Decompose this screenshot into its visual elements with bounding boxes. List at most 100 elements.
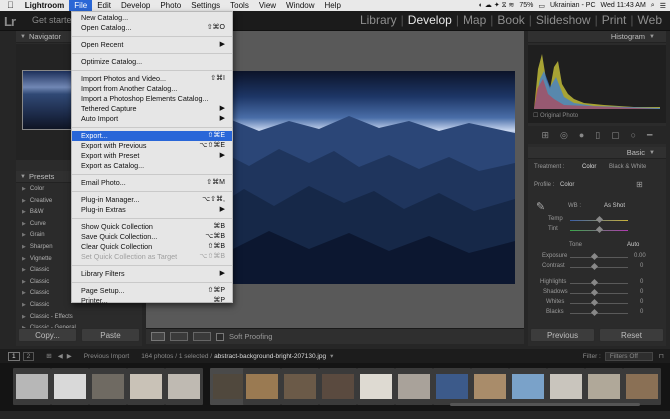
wb-select[interactable]: As Shot [604,203,625,209]
window-1-button[interactable]: 1 [8,351,20,361]
whites-value[interactable]: 0 [640,299,643,305]
file-menu-item[interactable]: Import Photos and Video... ⇧⌘I [72,74,232,84]
source-label[interactable]: Previous Import [84,353,130,360]
module-slideshow[interactable]: Slideshow [532,13,595,27]
file-menu-item[interactable]: Page Setup... ⇧⌘P [72,286,232,296]
get-started-label[interactable]: Get starte [32,15,72,25]
filmstrip-thumbnail[interactable] [319,368,357,405]
file-menu-item[interactable]: Clear Quick Collection ⇧⌘B [72,242,232,252]
profile-browser-icon[interactable]: ⊞ [636,180,643,189]
filmstrip-thumbnail[interactable] [165,368,203,405]
file-menu-item[interactable]: Export as Catalog... [72,161,232,171]
spot-removal-icon[interactable]: ● [579,130,584,140]
soft-proofing-checkbox[interactable] [216,332,224,341]
file-menu-item[interactable]: Email Photo... ⇧⌘M [72,178,232,188]
filmstrip-thumbnail[interactable] [585,368,623,405]
file-menu-item[interactable]: Plug-in Extras ▶ [72,205,232,215]
file-menu-item[interactable]: Export with Previous ⌥⇧⌘E [72,141,232,151]
selected-filename[interactable]: abstract-background-bright-207130.jpg [214,353,326,360]
file-menu-item[interactable]: Open Catalog... ⇧⌘O [72,23,232,33]
back-arrow-icon[interactable]: ◀ [58,352,63,360]
input-language[interactable]: Ukrainian - PC [550,2,596,9]
filmstrip-thumbnail[interactable] [547,368,585,405]
histogram-header[interactable]: Histogram ▼ [528,31,666,43]
profile-select[interactable]: Color [560,182,574,188]
filmstrip-thumbnail[interactable] [357,368,395,405]
filmstrip-thumbnail[interactable] [395,368,433,405]
file-menu-item[interactable]: Import a Photoshop Elements Catalog... [72,94,232,104]
filter-select[interactable]: Filters Off [604,351,653,361]
blacks-value[interactable]: 0 [640,309,643,315]
file-menu-item[interactable]: Printer... ⌘P [72,296,232,306]
file-menu-item[interactable]: Optimize Catalog... [72,57,232,67]
control-center-icon[interactable]: ☰ [660,2,666,10]
apple-icon[interactable]:  [0,0,20,11]
file-menu-item[interactable]: Plug-in Manager... ⌥⇧⌘, [72,195,232,205]
menubar-clock[interactable]: Wed 11:43 AM [601,2,646,9]
battery-level[interactable]: 75% [519,2,533,9]
whites-slider[interactable] [570,303,628,304]
file-menu-item[interactable]: Export... ⇧⌘E [72,131,232,141]
menu-edit[interactable]: Edit [92,0,116,11]
filmstrip-thumbnail[interactable] [433,368,471,405]
filename-dropdown-icon[interactable]: ▾ [330,352,333,360]
paste-button[interactable]: Paste [81,328,140,342]
file-menu-item[interactable]: Tethered Capture ▶ [72,104,232,114]
grid-icon[interactable]: ⊞ [541,130,549,141]
before-after-icon[interactable] [170,332,188,341]
filmstrip-thumbnail[interactable] [471,368,509,405]
shadows-value[interactable]: 0 [640,289,643,295]
basic-header[interactable]: Basic ▼ [528,147,666,159]
file-menu-item[interactable]: Show Quick Collection ⌘B [72,222,232,232]
auto-tone-button[interactable]: Auto [627,242,639,248]
preset-folder[interactable]: ▶ Classic - Effects [22,312,132,324]
copy-button[interactable]: Copy... [18,328,77,342]
file-menu-item[interactable]: Save Quick Collection... ⌥⌘B [72,232,232,242]
filmstrip-thumbnail[interactable] [89,368,127,405]
module-book[interactable]: Book [493,13,528,27]
filmstrip-thumbnail[interactable] [13,368,51,405]
brush-icon[interactable]: ━ [647,130,652,141]
before-after-split-icon[interactable] [193,332,211,341]
menu-file[interactable]: File [69,0,93,11]
module-web[interactable]: Web [634,13,666,27]
filmstrip-thumbnail[interactable] [509,368,547,405]
menu-lightroom[interactable]: Lightroom [20,0,70,11]
spotlight-icon[interactable]: ⌕ [651,2,655,10]
filmstrip-thumbnail[interactable] [127,368,165,405]
file-menu-item[interactable]: Import from Another Catalog... [72,84,232,94]
crop-icon[interactable]: ◎ [560,130,568,141]
filmstrip-scrollbar[interactable] [450,403,640,406]
module-map[interactable]: Map [459,13,490,27]
navigator-preview[interactable] [22,70,76,130]
forward-arrow-icon[interactable]: ▶ [67,352,72,360]
menu-window[interactable]: Window [281,0,319,11]
menu-photo[interactable]: Photo [155,0,186,11]
blacks-slider[interactable] [570,313,628,314]
filter-lock-icon[interactable]: ⊓ [659,352,664,360]
reset-button[interactable]: Reset [599,328,664,342]
module-library[interactable]: Library [356,13,401,27]
previous-button[interactable]: Previous [530,328,595,342]
file-menu-item[interactable]: New Catalog... [72,13,232,23]
contrast-slider[interactable] [570,267,628,268]
filmstrip-thumbnail[interactable] [51,368,89,405]
exposure-value[interactable]: 0.00 [634,253,646,259]
shadows-slider[interactable] [570,293,628,294]
loupe-view-icon[interactable] [151,332,165,341]
treatment-color-option[interactable]: Color [582,164,596,170]
original-photo-label[interactable]: ☐ Original Photo [533,112,578,119]
module-develop[interactable]: Develop [404,13,456,27]
filmstrip-thumbnail[interactable] [281,368,319,405]
red-eye-icon[interactable]: ▯ [595,130,600,141]
treatment-bw-option[interactable]: Black & White [609,164,646,170]
highlights-slider[interactable] [570,283,628,284]
menu-tools[interactable]: Tools [225,0,254,11]
menu-help[interactable]: Help [320,0,346,11]
menu-develop[interactable]: Develop [116,0,155,11]
highlights-value[interactable]: 0 [640,279,643,285]
graduated-filter-icon[interactable]: ▢ [611,130,620,141]
menu-settings[interactable]: Settings [186,0,225,11]
filmstrip-thumbnail[interactable] [243,368,281,405]
file-menu-item[interactable]: Library Filters ▶ [72,269,232,279]
